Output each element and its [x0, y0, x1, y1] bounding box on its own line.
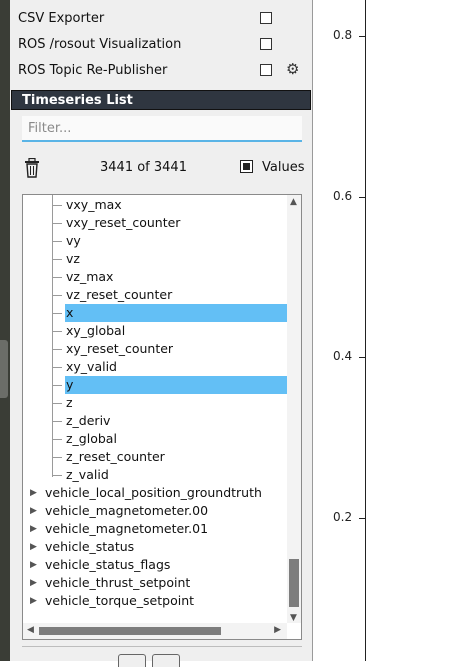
trash-icon[interactable] — [24, 158, 40, 178]
y-tick — [359, 197, 365, 198]
tree-topic-item[interactable]: vehicle_thrust_setpoint — [45, 574, 190, 592]
y-tick — [359, 357, 365, 358]
tree-branch-line — [52, 295, 62, 296]
tree-topic-item[interactable]: vehicle_status — [45, 538, 134, 556]
y-tick-label: 0.4 — [333, 349, 353, 363]
tree-leaf-item[interactable]: vxy_max — [65, 196, 122, 214]
scroll-down-icon[interactable]: ▼ — [290, 613, 297, 623]
tree-branch-line — [52, 367, 62, 368]
tree-branch-line — [52, 385, 62, 386]
tree-branch-line — [52, 421, 62, 422]
tree-branch-line — [52, 205, 62, 206]
tree-branch-line — [52, 313, 62, 314]
y-tick-label: 0.2 — [333, 510, 353, 524]
horizontal-scrollbar[interactable]: ◀ ▶ — [23, 623, 287, 639]
plugin-label: ROS Topic Re-Publisher — [18, 63, 168, 78]
plugins-panel: CSV Exporter ROS /rosout Visualization R… — [10, 0, 312, 667]
expand-arrow-icon[interactable]: ▶ — [30, 574, 37, 592]
plugin-checkbox[interactable] — [260, 12, 272, 24]
tree-branch-line — [52, 223, 62, 224]
plugin-row-topic-republisher: ROS Topic Re-Publisher ⚙ — [18, 58, 302, 84]
scroll-right-icon[interactable]: ▶ — [274, 625, 281, 635]
expand-arrow-icon[interactable]: ▶ — [30, 502, 37, 520]
panel-divider — [22, 646, 302, 647]
tree-branch-line — [52, 349, 62, 350]
left-edge-strip — [0, 0, 10, 661]
timeseries-tree: vxy_max vxy_reset_counter vy vz vz_max vz_res… — [22, 194, 302, 640]
plugin-label: CSV Exporter — [18, 11, 105, 26]
scroll-up-icon[interactable]: ▲ — [290, 197, 297, 207]
tree-leaf-item[interactable]: z_valid — [65, 466, 109, 484]
tree-topic-item[interactable]: vehicle_magnetometer.01 — [45, 520, 208, 538]
tree-leaf-item[interactable]: vxy_reset_counter — [65, 214, 180, 232]
plugin-row-rosout: ROS /rosout Visualization — [18, 32, 302, 58]
y-tick-label: 0.6 — [333, 189, 353, 203]
tree-topic-item[interactable]: vehicle_status_flags — [45, 556, 170, 574]
expand-arrow-icon[interactable]: ▶ — [30, 592, 37, 610]
tree-branch-line — [52, 277, 62, 278]
plugin-label: ROS /rosout Visualization — [18, 37, 182, 52]
scroll-left-icon[interactable]: ◀ — [27, 625, 34, 635]
timeseries-list-header: Timeseries List — [11, 90, 311, 110]
tree-branch-line — [52, 331, 62, 332]
tree-branch-line — [52, 457, 62, 458]
tree-topic-item[interactable]: vehicle_magnetometer.00 — [45, 502, 208, 520]
expand-arrow-icon[interactable]: ▶ — [30, 538, 37, 556]
plugin-checkbox[interactable] — [260, 64, 272, 76]
plugin-row-csv-exporter: CSV Exporter — [18, 6, 302, 32]
horizontal-scroll-thumb[interactable] — [39, 627, 221, 635]
y-axis — [365, 0, 366, 661]
tree-leaf-item[interactable]: xy_reset_counter — [65, 340, 173, 358]
tree-branch-line — [52, 439, 62, 440]
series-count: 3441 of 3441 — [100, 160, 187, 175]
tree-branch-line — [52, 475, 62, 476]
tree-leaf-item[interactable]: vz_reset_counter — [65, 286, 172, 304]
tree-leaf-item[interactable]: vz_max — [65, 268, 113, 286]
values-checkbox[interactable] — [240, 160, 253, 173]
filter-input[interactable] — [22, 116, 302, 142]
tree-topic-item[interactable]: vehicle_torque_setpoint — [45, 592, 194, 610]
tree-leaf-item[interactable]: z_reset_counter — [65, 448, 165, 466]
tree-branch-line — [52, 403, 62, 404]
y-tick — [359, 518, 365, 519]
tree-leaf-item[interactable]: y — [65, 376, 288, 394]
tree-guide-line — [52, 195, 53, 477]
values-label: Values — [262, 160, 305, 175]
tree-leaf-item[interactable]: xy_valid — [65, 358, 117, 376]
expand-arrow-icon[interactable]: ▶ — [30, 520, 37, 538]
tree-leaf-item[interactable]: xy_global — [65, 322, 125, 340]
y-tick — [359, 36, 365, 37]
tree-leaf-item[interactable]: vz — [65, 250, 80, 268]
expand-arrow-icon[interactable]: ▶ — [30, 484, 37, 502]
splitter-handle[interactable] — [0, 340, 8, 398]
tree-leaf-item[interactable]: x — [65, 304, 288, 322]
plugin-checkbox[interactable] — [260, 38, 272, 50]
tree-leaf-item[interactable]: z_global — [65, 430, 117, 448]
tree-branch-line — [52, 259, 62, 260]
tree-leaf-item[interactable]: z — [65, 394, 73, 412]
gear-icon[interactable]: ⚙ — [286, 62, 299, 77]
tree-leaf-item[interactable]: z_deriv — [65, 412, 110, 430]
plot-area[interactable]: 0.8 0.6 0.4 0.2 — [313, 0, 453, 661]
timeseries-toolbar: 3441 of 3441 Values — [10, 156, 312, 182]
tree-branch-line — [52, 241, 62, 242]
expand-arrow-icon[interactable]: ▶ — [30, 556, 37, 574]
tree-leaf-item[interactable]: vy — [65, 232, 81, 250]
tree-topic-item[interactable]: vehicle_local_position_groundtruth — [45, 484, 262, 502]
vertical-scrollbar[interactable]: ▲ ▼ — [287, 195, 301, 623]
y-tick-label: 0.8 — [333, 28, 353, 42]
vertical-scroll-thumb[interactable] — [289, 559, 299, 607]
